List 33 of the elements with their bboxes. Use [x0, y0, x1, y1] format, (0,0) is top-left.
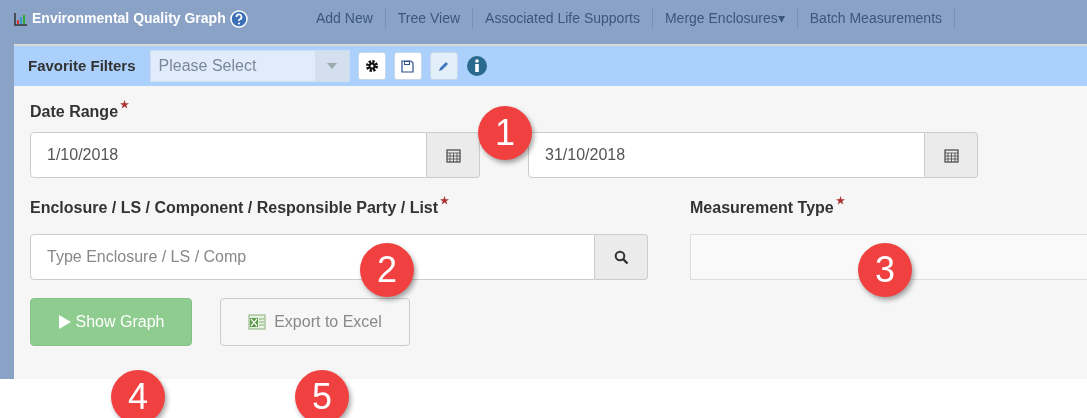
calendar-button[interactable] [925, 132, 978, 178]
help-icon[interactable] [229, 9, 248, 28]
settings-button[interactable] [357, 52, 386, 80]
start-date-field[interactable]: 1/10/2018 [30, 132, 427, 178]
toolbar-item[interactable]: Tree View [385, 8, 474, 29]
step-number-badge: 5 [295, 370, 349, 418]
spreadsheet-icon [248, 314, 267, 330]
calendar-button[interactable] [427, 132, 480, 178]
play-icon [57, 314, 72, 330]
calendar-icon [943, 147, 959, 163]
end-date-field[interactable]: 31/10/2018 [528, 132, 925, 178]
toolbar-item[interactable]: Associated Life Supports [473, 8, 653, 29]
toolbar-item[interactable]: Merge Enclosures▾ [652, 8, 798, 29]
measurement-type-field[interactable] [690, 234, 1087, 280]
calendar-icon [445, 147, 461, 163]
pencil-icon [437, 59, 451, 73]
toolbar-item[interactable]: Add New [304, 8, 386, 29]
step-number-badge: 4 [111, 370, 165, 418]
gear-icon [364, 59, 379, 73]
caret-icon [326, 63, 337, 69]
favorite-filters-label: Favorite Filters [28, 55, 136, 76]
edit-button[interactable] [429, 52, 458, 80]
search-icon [613, 249, 629, 265]
search-button[interactable] [595, 234, 648, 280]
toolbar-item[interactable]: Batch Measurements [797, 8, 956, 29]
field-label: Measurement Type [690, 199, 834, 216]
field-label: Enclosure / LS / Component / Responsible Party / List [30, 199, 439, 216]
chart-icon [14, 11, 28, 26]
field-label: Date Range [30, 103, 119, 120]
dialog-title: Environmental Quality Graph [32, 9, 226, 28]
save-button[interactable] [393, 52, 422, 80]
info-icon[interactable] [465, 55, 488, 77]
favorite-filter-select[interactable]: Please Select [149, 50, 350, 82]
